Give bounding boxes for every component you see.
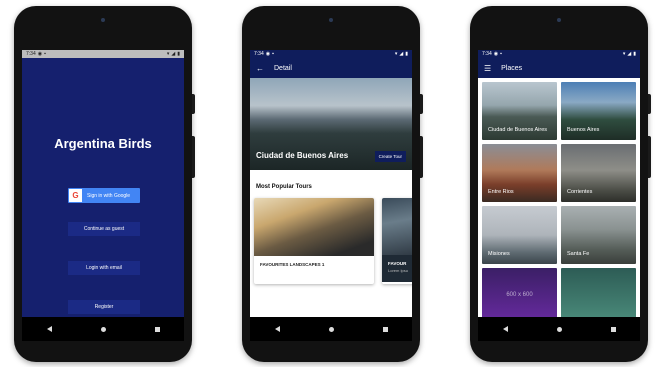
place-tile[interactable]: Santa Fe bbox=[561, 206, 636, 264]
hero-image: Ciudad de Buenos Aires Create Tour bbox=[250, 78, 412, 170]
google-signin-button[interactable]: G Sign in with Google bbox=[68, 188, 140, 203]
sim-icon: ▪ bbox=[272, 51, 274, 57]
login-screen: 7:34 ◉ ▪ ▾ ◢ ▮ Argentina Birds G Sign in wit… bbox=[22, 50, 184, 317]
tour-card-image bbox=[254, 198, 374, 256]
status-time: 7:34 bbox=[254, 51, 264, 57]
place-tile[interactable]: Buenos Aires bbox=[561, 82, 636, 140]
google-signin-label: Sign in with Google bbox=[87, 192, 131, 199]
home-icon[interactable] bbox=[100, 326, 106, 332]
sim-icon: ▪ bbox=[44, 51, 46, 57]
battery-icon: ▮ bbox=[633, 51, 636, 57]
places-screen: 7:34 ◉ ▪ ▾ ◢ ▮ ☰ Places Ciudad de Buenos Air… bbox=[478, 50, 640, 317]
phone-login: 7:34 ◉ ▪ ▾ ◢ ▮ Argentina Birds G Sign in wit… bbox=[14, 6, 195, 362]
power-button bbox=[648, 136, 651, 178]
tour-card-subtitle: Lorem Ipsu bbox=[382, 268, 412, 282]
create-tour-button[interactable]: Create Tour bbox=[374, 151, 406, 162]
place-tile[interactable]: Corrientes bbox=[561, 144, 636, 202]
signal-icon: ◢ bbox=[399, 51, 404, 57]
volume-button bbox=[648, 94, 651, 114]
phone-detail: 7:34 ◉ ▪ ▾ ◢ ▮ ← Detail Ciudad de Buenos Air… bbox=[242, 6, 423, 362]
tour-card[interactable]: FAVOUR Lorem Ipsu bbox=[382, 198, 412, 284]
place-name: Ciudad de Buenos Aires bbox=[488, 126, 548, 133]
place-tile[interactable]: 600 x 600 bbox=[482, 268, 557, 317]
section-title: Most Popular Tours bbox=[256, 184, 312, 190]
login-email-button[interactable]: Login with email bbox=[68, 261, 140, 275]
login-body: Argentina Birds G Sign in with Google Co… bbox=[22, 58, 184, 317]
back-arrow-icon[interactable]: ← bbox=[256, 64, 264, 73]
back-icon[interactable] bbox=[46, 326, 52, 332]
place-name: Santa Fe bbox=[567, 250, 590, 257]
battery-icon: ▮ bbox=[177, 51, 180, 57]
detail-screen: 7:34 ◉ ▪ ▾ ◢ ▮ ← Detail Ciudad de Buenos Air… bbox=[250, 50, 412, 317]
status-time: 7:34 bbox=[482, 51, 492, 57]
nav-bar bbox=[250, 317, 412, 341]
nav-bar bbox=[478, 317, 640, 341]
places-appbar: ☰ Places bbox=[478, 58, 640, 78]
status-bar: 7:34 ◉ ▪ ▾ ◢ ▮ bbox=[478, 50, 640, 58]
recents-icon[interactable] bbox=[610, 326, 616, 332]
recents-icon[interactable] bbox=[382, 326, 388, 332]
camera-dot bbox=[329, 18, 333, 22]
place-name: Buenos Aires bbox=[567, 126, 600, 133]
places-grid: Ciudad de Buenos Aires Buenos Aires Entr… bbox=[478, 78, 640, 317]
power-button bbox=[192, 136, 195, 178]
tour-card-image bbox=[382, 198, 412, 256]
camera-dot bbox=[101, 18, 105, 22]
tour-card[interactable]: FAVOURITES LANDSCAPES 1 bbox=[254, 198, 374, 284]
tour-cards: FAVOURITES LANDSCAPES 1 FAVOUR Lorem Ips… bbox=[250, 198, 412, 298]
app-title: Argentina Birds bbox=[54, 136, 152, 151]
place-tile[interactable]: Misiones bbox=[482, 206, 557, 264]
power-button bbox=[420, 136, 423, 178]
sim-icon: ▪ bbox=[500, 51, 502, 57]
battery-icon: ▮ bbox=[405, 51, 408, 57]
place-name: Misiones bbox=[488, 250, 510, 257]
tour-card-title: FAVOUR bbox=[382, 255, 412, 268]
place-name: Corrientes bbox=[567, 188, 593, 195]
shield-icon: ◉ bbox=[37, 51, 43, 57]
register-button[interactable]: Register bbox=[68, 300, 140, 314]
wifi-icon: ▾ bbox=[622, 51, 626, 57]
place-tile[interactable]: Entre Rios bbox=[482, 144, 557, 202]
volume-button bbox=[420, 94, 423, 114]
place-tile[interactable]: Ciudad de Buenos Aires bbox=[482, 82, 557, 140]
back-icon[interactable] bbox=[502, 326, 508, 332]
status-bar: 7:34 ◉ ▪ ▾ ◢ ▮ bbox=[250, 50, 412, 58]
signal-icon: ◢ bbox=[171, 51, 176, 57]
back-icon[interactable] bbox=[274, 326, 280, 332]
wifi-icon: ▾ bbox=[166, 51, 170, 57]
nav-bar bbox=[22, 317, 184, 341]
place-tile[interactable] bbox=[561, 268, 636, 317]
home-icon[interactable] bbox=[328, 326, 334, 332]
appbar-title: Detail bbox=[274, 64, 292, 72]
menu-icon[interactable]: ☰ bbox=[484, 64, 491, 73]
phone-places: 7:34 ◉ ▪ ▾ ◢ ▮ ☰ Places Ciudad de Buenos Air… bbox=[470, 6, 651, 362]
recents-icon[interactable] bbox=[154, 326, 160, 332]
appbar-title: Places bbox=[501, 64, 523, 72]
continue-guest-button[interactable]: Continue as guest bbox=[68, 222, 140, 236]
image-placeholder-label: 600 x 600 bbox=[506, 292, 533, 298]
status-bar: 7:34 ◉ ▪ ▾ ◢ ▮ bbox=[22, 50, 184, 58]
shield-icon: ◉ bbox=[265, 51, 271, 57]
wifi-icon: ▾ bbox=[394, 51, 398, 57]
google-icon: G bbox=[69, 189, 82, 202]
place-name: Entre Rios bbox=[488, 188, 514, 195]
camera-dot bbox=[557, 18, 561, 22]
volume-button bbox=[192, 94, 195, 114]
tour-card-title: FAVOURITES LANDSCAPES 1 bbox=[260, 262, 325, 267]
shield-icon: ◉ bbox=[493, 51, 499, 57]
signal-icon: ◢ bbox=[627, 51, 632, 57]
status-time: 7:34 bbox=[26, 51, 36, 57]
city-title: Ciudad de Buenos Aires bbox=[256, 151, 349, 160]
home-icon[interactable] bbox=[556, 326, 562, 332]
detail-appbar: ← Detail bbox=[250, 58, 412, 78]
